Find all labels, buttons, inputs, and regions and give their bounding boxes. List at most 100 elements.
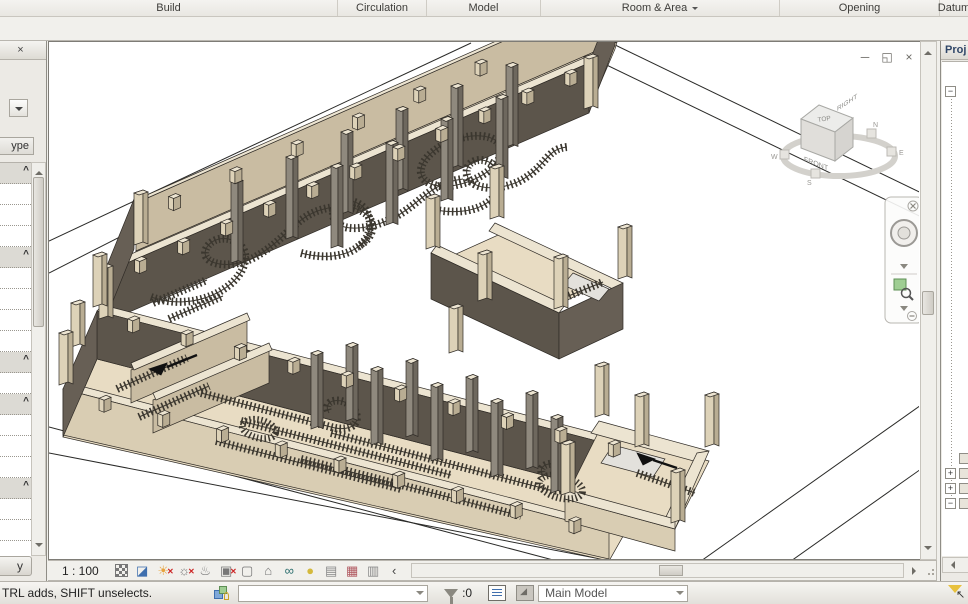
selection-filter-icon[interactable] <box>444 589 458 598</box>
scroll-down-icon[interactable] <box>924 546 932 554</box>
scroll-left-icon[interactable] <box>947 561 955 569</box>
property-row[interactable]: ^ <box>0 163 31 184</box>
chevron-down-icon <box>15 107 23 115</box>
view-control-bar: ◪☀✕☼✕♨▣✕▢⌂∞●▤▦▥‹ <box>113 562 403 579</box>
ribbon-panel-datum[interactable]: Datum <box>940 0 968 16</box>
reveal-hidden-icon[interactable]: ● <box>302 562 319 579</box>
design-options-icon[interactable] <box>516 585 534 601</box>
edit-type-button[interactable]: ype <box>0 137 34 155</box>
displace-elements-icon[interactable]: ▥ <box>365 562 382 579</box>
type-selector-dropdown[interactable] <box>9 99 28 117</box>
compass-south-label[interactable]: S <box>807 180 812 187</box>
property-row[interactable] <box>0 415 31 436</box>
rendering-dialog-icon[interactable]: ♨ <box>197 562 214 579</box>
expand-icon[interactable]: + <box>945 468 956 479</box>
lock-3d-view-icon[interactable]: ⌂ <box>260 562 277 579</box>
viewcube[interactable]: W E S N TOP FRONT RIGHT <box>771 92 904 187</box>
properties-grid: ^ ^ ^ ^ ^ <box>0 162 31 556</box>
property-row[interactable] <box>0 436 31 457</box>
property-row[interactable] <box>0 520 31 541</box>
tree-item[interactable] <box>959 483 968 494</box>
design-option-select[interactable]: Main Model <box>538 585 688 602</box>
ribbon-panel-build[interactable]: Build <box>0 0 338 16</box>
property-row[interactable] <box>0 373 31 394</box>
scroll-up-icon[interactable] <box>924 47 932 55</box>
horizontal-scrollbar-thumb[interactable] <box>659 565 683 576</box>
ribbon-panel-labels: Build Circulation Model Room & Area Open… <box>0 0 968 17</box>
detail-level-icon[interactable] <box>113 562 130 579</box>
ribbon-panel-circulation[interactable]: Circulation <box>338 0 427 16</box>
properties-scrollbar[interactable] <box>31 162 46 556</box>
minimize-window-icon[interactable]: ─ <box>858 50 872 64</box>
tree-item[interactable] <box>959 453 968 464</box>
crop-view-icon[interactable]: ▣✕ <box>218 562 235 579</box>
options-bar <box>0 17 968 41</box>
scroll-right-button[interactable] <box>908 563 922 578</box>
properties-palette: × ype ^ ^ ^ ^ ^ y <box>0 41 47 581</box>
vertical-scrollbar-thumb[interactable] <box>922 291 934 315</box>
chevron-down-icon <box>676 591 684 599</box>
hide-isolate-icon[interactable]: ∞ <box>281 562 298 579</box>
drawing-area[interactable]: W E S N TOP FRONT RIGHT <box>48 41 920 560</box>
property-row[interactable] <box>0 268 31 289</box>
property-row[interactable] <box>0 457 31 478</box>
scroll-down-icon[interactable] <box>35 543 43 551</box>
property-row[interactable] <box>0 205 31 226</box>
tree-item[interactable] <box>959 468 968 479</box>
sun-path-icon[interactable]: ☀✕ <box>155 562 172 579</box>
restore-window-icon[interactable]: ◱ <box>880 50 894 64</box>
collapse-icon[interactable]: − <box>945 86 956 97</box>
apply-button[interactable]: y <box>0 556 32 576</box>
steering-wheel-icon[interactable] <box>891 220 917 246</box>
property-row[interactable] <box>0 499 31 520</box>
visual-style-icon[interactable]: ◪ <box>134 562 151 579</box>
vertical-scrollbar[interactable] <box>920 41 937 560</box>
worksets-icon[interactable] <box>214 585 230 601</box>
property-row[interactable] <box>0 289 31 310</box>
ribbon-panel-room-area[interactable]: Room & Area <box>541 0 780 16</box>
workset-select[interactable] <box>238 585 428 602</box>
ribbon-panel-model[interactable]: Model <box>427 0 541 16</box>
editable-only-icon[interactable] <box>488 585 506 601</box>
property-row[interactable] <box>0 310 31 331</box>
chevron-down-icon <box>692 7 698 13</box>
close-icon[interactable]: × <box>13 43 28 58</box>
viewcube-right-label[interactable]: RIGHT <box>837 92 858 113</box>
tree-item[interactable] <box>959 498 968 509</box>
property-row[interactable] <box>0 226 31 247</box>
chevron-down-icon <box>416 591 424 599</box>
property-row[interactable]: ^ <box>0 478 31 499</box>
filter-cursor-icon[interactable]: ↖ <box>948 584 966 602</box>
status-bar: TRL adds, SHIFT unselects. :0 Main Model… <box>0 581 968 604</box>
ribbon-panel-opening[interactable]: Opening <box>780 0 940 16</box>
compass-north-label[interactable]: N <box>873 122 878 129</box>
property-row[interactable]: ^ <box>0 247 31 268</box>
property-row[interactable]: ^ <box>0 394 31 415</box>
navigation-bar[interactable] <box>885 197 919 323</box>
scroll-up-icon[interactable] <box>35 167 43 175</box>
shadows-icon[interactable]: ☼✕ <box>176 562 193 579</box>
3d-model-view: W E S N TOP FRONT RIGHT <box>49 42 919 559</box>
tree-guide <box>951 96 952 496</box>
project-browser: Proj −++− <box>940 41 968 581</box>
selection-count: :0 <box>462 586 472 600</box>
property-row[interactable] <box>0 184 31 205</box>
vcb-collapse-icon[interactable]: ‹ <box>386 562 403 579</box>
compass-west-label[interactable]: W <box>771 154 778 161</box>
project-browser-tree[interactable]: − + + − <box>942 61 968 556</box>
collapse-icon[interactable]: − <box>945 498 956 509</box>
resize-grip[interactable] <box>924 565 936 577</box>
temporary-view-properties-icon[interactable]: ▤ <box>323 562 340 579</box>
view-scale-button[interactable]: 1 : 100 <box>62 564 99 578</box>
close-window-icon[interactable]: × <box>902 50 916 64</box>
analytical-model-icon[interactable]: ▦ <box>344 562 361 579</box>
property-row[interactable]: ^ <box>0 352 31 373</box>
crop-region-icon[interactable]: ▢ <box>239 562 256 579</box>
properties-scrollbar-thumb[interactable] <box>33 177 44 327</box>
expand-icon[interactable]: + <box>945 483 956 494</box>
property-row[interactable] <box>0 331 31 352</box>
browser-hscrollbar[interactable] <box>942 557 968 573</box>
view-window-controls: ─ ◱ × <box>858 50 916 64</box>
compass-east-label[interactable]: E <box>899 150 904 157</box>
horizontal-scrollbar[interactable] <box>411 563 904 578</box>
